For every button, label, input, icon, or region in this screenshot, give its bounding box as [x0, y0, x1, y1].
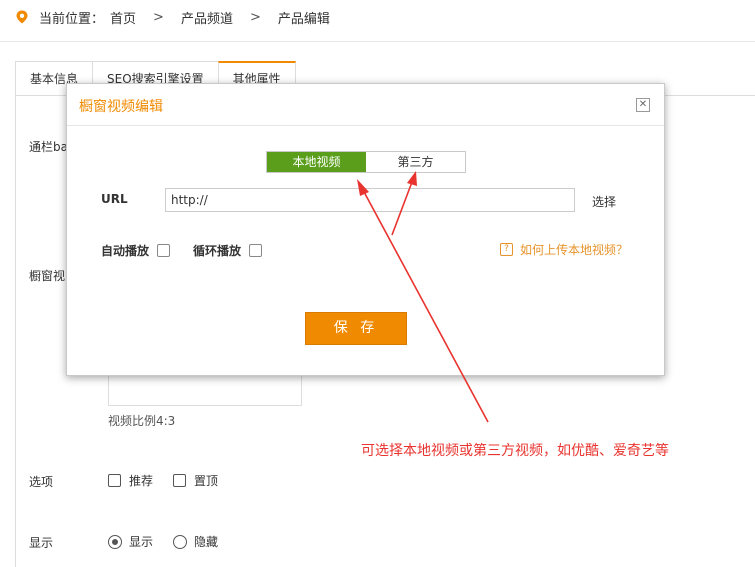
autoplay-label: 自动播放	[101, 244, 150, 258]
breadcrumb-prefix: 当前位置：	[39, 11, 105, 27]
dialog-title: 橱窗视频编辑	[79, 99, 163, 115]
question-icon: ?	[500, 243, 513, 256]
breadcrumb: 当前位置： 首页 > 产品频道 > 产品编辑	[15, 8, 330, 27]
display-hide-radio[interactable]	[173, 534, 188, 549]
upload-help-text: 如何上传本地视频？	[520, 243, 629, 257]
options-group: 推荐 置顶	[108, 472, 218, 489]
annotation-text: 可选择本地视频或第三方视频，如优酷、爱奇艺等	[361, 443, 669, 459]
display-label: 显示	[29, 536, 54, 550]
window-video-edit-dialog: 橱窗视频编辑 ✕ 本地视频 第三方 URL http:// 选择 自动播放 循环…	[66, 83, 665, 376]
pin-top-checkbox[interactable]	[173, 474, 187, 487]
banner-label: 通栏ba	[29, 140, 68, 154]
breadcrumb-separator: >	[249, 9, 261, 25]
url-label: URL	[101, 192, 128, 206]
url-input[interactable]: http://	[165, 188, 575, 212]
loop-label: 循环播放	[193, 244, 242, 258]
pin-top-label: 置顶	[194, 474, 219, 488]
content-border	[15, 95, 16, 567]
video-ratio-text: 视频比例4:3	[108, 414, 176, 428]
display-show-radio[interactable]	[108, 534, 122, 549]
breadcrumb-product-edit: 产品编辑	[277, 11, 330, 27]
breadcrumb-separator: >	[153, 9, 164, 25]
source-third-party[interactable]: 第三方	[366, 152, 465, 172]
choose-button[interactable]: 选择	[592, 193, 616, 210]
loop-checkbox[interactable]	[249, 244, 263, 257]
breadcrumb-home[interactable]: 首页	[110, 8, 136, 27]
source-local-video[interactable]: 本地视频	[267, 152, 366, 172]
location-pin-icon	[16, 10, 28, 24]
recommend-label: 推荐	[129, 474, 154, 488]
dialog-header: 橱窗视频编辑 ✕	[67, 84, 664, 126]
display-show-label: 显示	[129, 535, 154, 549]
display-hide-label: 隐藏	[194, 535, 219, 549]
breadcrumb-product-channel[interactable]: 产品频道	[181, 8, 233, 27]
window-video-label: 橱窗视	[29, 269, 66, 283]
recommend-checkbox[interactable]	[108, 474, 121, 487]
upload-help-link[interactable]: ? 如何上传本地视频？	[500, 241, 628, 258]
header-divider	[0, 41, 755, 42]
save-button[interactable]: 保 存	[305, 312, 407, 345]
display-group: 显示 隐藏	[108, 533, 218, 550]
video-source-switch: 本地视频 第三方	[266, 151, 466, 173]
options-label: 选项	[29, 475, 54, 489]
playback-options: 自动播放 循环播放	[101, 242, 285, 259]
autoplay-checkbox[interactable]	[157, 244, 171, 257]
close-icon[interactable]: ✕	[636, 98, 650, 112]
